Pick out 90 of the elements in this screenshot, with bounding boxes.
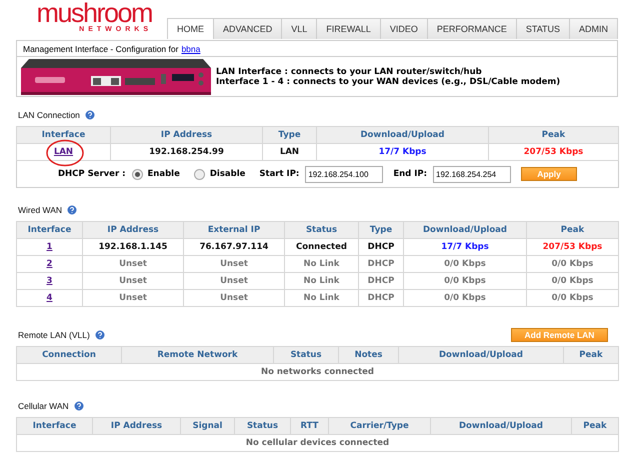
table-cell: 207/53 Kbps [488,144,618,160]
nav-tab[interactable]: PERFORMANCE [426,19,516,39]
table-cell: No Link [284,272,358,290]
device-link[interactable]: bbna [181,44,200,54]
table-cell: Unset [184,290,284,306]
radio-button[interactable] [132,168,142,180]
column-header: Peak [488,126,618,144]
column-header: Signal [180,418,234,434]
table-cell: 17/7 Kbps [316,144,488,160]
table-cell: LAN [262,144,316,160]
section-title: Wired WAN [17,205,62,215]
empty-message: No networks connected [16,364,618,380]
column-header: Download/Upload [430,418,572,434]
management-text: Management Interface - Configuration for [23,44,178,54]
table-cell: 0/0 Kbps [404,290,526,306]
column-header: Interface [16,418,92,434]
nav-tab[interactable]: VIDEO [380,19,427,39]
table-cell: 192.168.254.99 [110,144,262,160]
radio-button[interactable] [194,168,205,180]
start-ip-field[interactable]: 192.168.254.100 [305,166,384,182]
column-header: Type [358,222,404,238]
empty-message: No cellular devices connected [16,434,618,452]
section-title: Remote LAN (VLL) [17,330,90,340]
column-header: Interface [16,126,110,144]
column-header: Status [284,222,358,238]
table-cell: DHCP [358,256,404,272]
column-header: Peak [564,346,618,364]
table-cell: DHCP [358,272,404,290]
column-header: Status [234,418,290,434]
help-icon[interactable] [72,400,85,412]
column-header: Download/Upload [398,346,564,364]
nav-tab[interactable]: VLL [281,19,316,39]
help-icon[interactable] [66,204,78,216]
column-header: Connection [16,346,122,364]
nav-tab[interactable]: FIREWALL [316,19,380,39]
table-cell: 192.168.1.145 [82,238,184,256]
radio-label: Disable [210,169,246,179]
column-header: IP Address [92,418,180,434]
column-header: Remote Network [122,346,274,364]
table-cell: DHCP [358,290,404,306]
interface-link[interactable]: LAN [54,147,74,157]
interface-link[interactable]: 2 [46,259,52,269]
table-cell: 76.167.97.114 [184,238,284,256]
column-header: IP Address [110,126,262,144]
end-ip-field[interactable]: 192.168.254.254 [433,166,512,182]
interface-link[interactable]: 1 [46,242,52,252]
logo-name: mushroom [36,1,152,25]
table-cell: 17/7 Kbps [404,238,526,256]
table-cell: Unset [82,272,184,290]
table-cell: 207/53 Kbps [526,238,618,256]
table-cell: Unset [82,256,184,272]
start-ip-label: Start IP: [259,169,300,179]
table-cell: Unset [184,272,284,290]
table-cell: 0/0 Kbps [404,256,526,272]
column-header: RTT [290,418,328,434]
table-cell: 0/0 Kbps [404,272,526,290]
table-cell: 0/0 Kbps [526,290,618,306]
interface-link[interactable]: 3 [46,276,52,286]
column-header: External IP [184,222,284,238]
banner-text: Interface 1 - 4 : connects to your WAN devices (e.g., DSL/Cable modem) [216,76,560,86]
table-cell: Connected [284,238,358,256]
column-header: Status [274,346,338,364]
help-icon[interactable] [94,329,106,341]
column-header: Download/Upload [404,222,526,238]
interface-link[interactable]: 4 [46,293,52,303]
table-cell: Unset [82,290,184,306]
help-icon[interactable] [84,109,96,121]
nav-tab[interactable]: STATUS [516,19,570,39]
table-cell: 0/0 Kbps [526,256,618,272]
table-cell: DHCP [358,238,404,256]
table-cell: No Link [284,290,358,306]
table-cell: Unset [184,256,284,272]
column-header: Peak [526,222,618,238]
nav-tab[interactable]: ADVANCED [212,19,282,39]
nav-tab[interactable]: ADMIN [569,19,617,39]
section-title: Cellular WAN [17,401,69,411]
dhcp-label: DHCP Server : [58,169,126,179]
banner-text: LAN Interface : connects to your LAN router/switch/hub [216,66,483,76]
column-header: IP Address [82,222,184,238]
column-header: Notes [338,346,398,364]
column-header: Peak [572,418,618,434]
table-cell: No Link [284,256,358,272]
column-header: Carrier/Type [328,418,430,434]
radio-label: Enable [148,169,180,179]
section-title: LAN Connection [17,110,80,120]
column-header: Download/Upload [316,126,488,144]
end-ip-label: End IP: [393,169,428,179]
column-header: Interface [16,222,82,238]
column-header: Type [262,126,316,144]
table-cell: 0/0 Kbps [526,272,618,290]
